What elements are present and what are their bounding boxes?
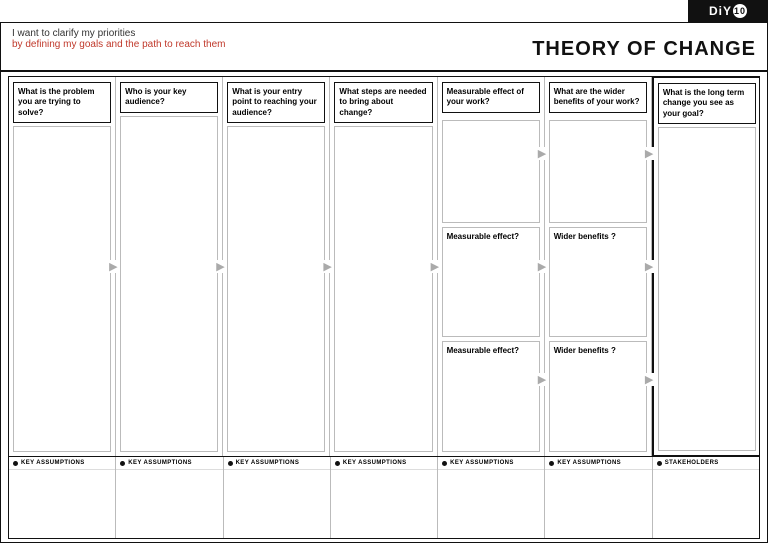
- assumption-label-3: KEY ASSUMPTIONS: [236, 460, 300, 466]
- col5-subbox-1-label: Measurable effect?: [447, 232, 519, 241]
- col5-subbox-2: Measurable effect?: [442, 341, 540, 452]
- col1-empty-box: [13, 126, 111, 452]
- col6-subbox-2-label: Wider benefits ?: [554, 346, 616, 355]
- col4-header: What steps are needed to bring about cha…: [334, 82, 432, 123]
- assumption-col-4: KEY ASSUMPTIONS: [331, 457, 438, 538]
- subtitle-line1: I want to clarify my priorities: [12, 28, 532, 39]
- inner-layout: What is the problem you are trying to so…: [0, 72, 768, 543]
- col5-empty-top: [442, 120, 540, 223]
- col6-body: Wider benefits ? Wider benefits ?: [545, 120, 651, 456]
- col3-empty-box: [227, 126, 325, 452]
- assumption-header-2: KEY ASSUMPTIONS: [116, 457, 222, 470]
- assumption-col-5: KEY ASSUMPTIONS: [438, 457, 545, 538]
- col1-body: [9, 126, 115, 456]
- assumption-label-2: KEY ASSUMPTIONS: [128, 460, 192, 466]
- column-1: What is the problem you are trying to so…: [9, 77, 116, 456]
- assumption-label-5: KEY ASSUMPTIONS: [450, 460, 514, 466]
- assumption-header-1: KEY ASSUMPTIONS: [9, 457, 115, 470]
- assumption-col-1: KEY ASSUMPTIONS: [9, 457, 116, 538]
- col5-body: Measurable effect? Measurable effect?: [438, 120, 544, 456]
- column-6: What are the wider benefits of your work…: [545, 77, 652, 456]
- assumption-header-7: STAKEHOLDERS: [653, 457, 759, 470]
- col4-body: [330, 126, 436, 456]
- col5-subbox-2-label: Measurable effect?: [447, 346, 519, 355]
- dot-3: [228, 461, 233, 466]
- page-title: THEORY OF CHANGE: [532, 38, 756, 61]
- col6-subbox-2: Wider benefits ?: [549, 341, 647, 452]
- assumption-label-6: KEY ASSUMPTIONS: [557, 460, 621, 466]
- col5-subbox-1: Measurable effect?: [442, 227, 540, 338]
- column-2: Who is your key audience?: [116, 77, 223, 456]
- col6-empty-top: [549, 120, 647, 223]
- assumption-header-4: KEY ASSUMPTIONS: [331, 457, 437, 470]
- col2-body: [116, 116, 222, 456]
- dot-1: [13, 461, 18, 466]
- col5-header: Measurable effect of your work?: [442, 82, 540, 113]
- top-bar: DiY 10: [688, 0, 768, 22]
- version-badge: 10: [733, 4, 747, 18]
- col2-header: Who is your key audience?: [120, 82, 218, 113]
- header-left: I want to clarify my priorities by defin…: [12, 28, 532, 50]
- columns-wrapper: What is the problem you are trying to so…: [8, 76, 760, 457]
- diy-label: DiY: [709, 4, 732, 18]
- assumption-label-4: KEY ASSUMPTIONS: [343, 460, 407, 466]
- dot-6: [549, 461, 554, 466]
- column-5: Measurable effect of your work? Measurab…: [438, 77, 545, 456]
- col7-empty-box: [658, 127, 756, 451]
- col6-subbox-1-label: Wider benefits ?: [554, 232, 616, 241]
- assumption-col-7: STAKEHOLDERS: [653, 457, 759, 538]
- assumption-label-7: STAKEHOLDERS: [665, 460, 719, 466]
- assumption-col-2: KEY ASSUMPTIONS: [116, 457, 223, 538]
- dot-7: [657, 461, 662, 466]
- col7-body: [654, 127, 760, 455]
- column-3: What is your entry point to reaching you…: [223, 77, 330, 456]
- col6-subbox-1: Wider benefits ?: [549, 227, 647, 338]
- assumption-header-5: KEY ASSUMPTIONS: [438, 457, 544, 470]
- assumption-col-6: KEY ASSUMPTIONS: [545, 457, 652, 538]
- assumptions-strip: KEY ASSUMPTIONS KEY ASSUMPTIONS KEY ASSU…: [8, 457, 760, 539]
- col1-header: What is the problem you are trying to so…: [13, 82, 111, 123]
- col3-header: What is your entry point to reaching you…: [227, 82, 325, 123]
- subtitle-line2: by defining my goals and the path to rea…: [12, 39, 532, 50]
- col4-empty-box: [334, 126, 432, 452]
- column-7: What is the long term change you see as …: [652, 76, 760, 457]
- assumption-header-6: KEY ASSUMPTIONS: [545, 457, 651, 470]
- col6-header: What are the wider benefits of your work…: [549, 82, 647, 113]
- assumption-label-1: KEY ASSUMPTIONS: [21, 460, 85, 466]
- page-header: I want to clarify my priorities by defin…: [0, 22, 768, 72]
- assumption-header-3: KEY ASSUMPTIONS: [224, 457, 330, 470]
- dot-2: [120, 461, 125, 466]
- assumption-col-3: KEY ASSUMPTIONS: [224, 457, 331, 538]
- col2-empty-box: [120, 116, 218, 452]
- dot-4: [335, 461, 340, 466]
- dot-5: [442, 461, 447, 466]
- col3-body: [223, 126, 329, 456]
- col7-header: What is the long term change you see as …: [658, 83, 756, 124]
- column-4: What steps are needed to bring about cha…: [330, 77, 437, 456]
